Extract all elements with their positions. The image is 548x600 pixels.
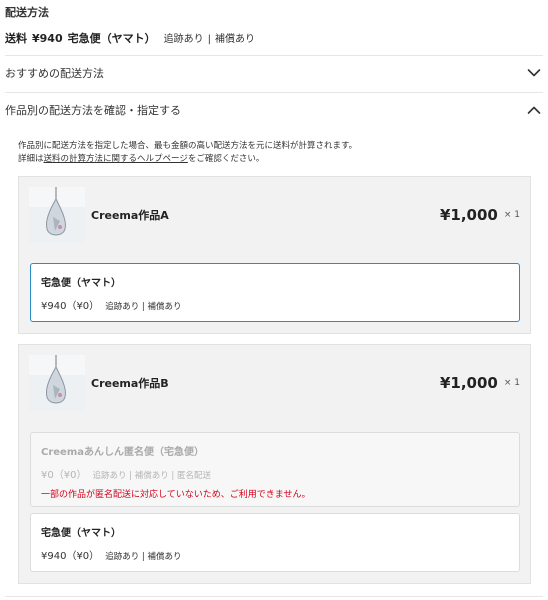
item-name: Creema作品A: [91, 209, 169, 222]
summary-method: 宅急便（ヤマト）: [67, 32, 156, 45]
shipping-method-panel: 配送方法 送料 ¥940 宅急便（ヤマト） 追跡あり | 補償あり おすすめの配…: [0, 0, 548, 600]
option-title: 宅急便（ヤマト）: [41, 278, 121, 289]
item-name: Creema作品B: [91, 377, 169, 390]
shipping-description: 作品別に配送方法を指定した場合、最も金額の高い配送方法を元に送料が計算されます。…: [18, 140, 357, 166]
description-line-2: 詳細は送料の計算方法に関するヘルプページをご確認ください。: [18, 153, 357, 166]
shipping-option-yamato[interactable]: 宅急便（ヤマト） ¥940（¥0） 追跡あり | 補償あり: [30, 263, 520, 322]
option-title: Creemaあんしん匿名便（宅急便）: [41, 447, 205, 458]
option-title: 宅急便（ヤマト）: [41, 528, 121, 539]
item-price: ¥1,000: [439, 206, 498, 224]
summary-label: 送料: [5, 32, 27, 45]
item-quantity: × 1: [503, 378, 520, 388]
section-title: 配送方法: [5, 6, 49, 19]
item-quantity: × 1: [503, 210, 520, 220]
shipping-summary: 送料 ¥940 宅急便（ヤマト） 追跡あり | 補償あり: [5, 30, 255, 46]
chevron-up-icon: [527, 103, 541, 117]
option-details: ¥940（¥0） 追跡あり | 補償あり: [41, 547, 509, 562]
summary-separator: |: [207, 34, 211, 45]
option-details: ¥0（¥0） 追跡あり | 補償あり | 匿名配送: [41, 466, 509, 481]
option-price: ¥0（¥0）: [41, 470, 87, 481]
summary-tracking: 追跡あり: [163, 34, 204, 45]
item-card: Creema作品A ¥1,000 × 1 宅急便（ヤマト） ¥940（¥0） 追…: [18, 176, 531, 334]
option-tags: 追跡あり | 補償あり: [105, 552, 182, 562]
summary-price: ¥940: [32, 32, 63, 45]
option-warning: 一部の作品が匿名配送に対応していないため、ご利用できません。: [41, 490, 311, 500]
item-price: ¥1,000: [439, 374, 498, 392]
recommended-shipping-toggle[interactable]: おすすめの配送方法: [5, 55, 543, 91]
per-item-shipping-toggle[interactable]: 作品別の配送方法を確認・指定する: [5, 92, 543, 128]
help-page-link[interactable]: 送料の計算方法に関するヘルプページ: [44, 154, 188, 164]
description-prefix: 詳細は: [18, 154, 44, 164]
option-tags: 追跡あり | 補償あり: [105, 302, 182, 312]
option-details: ¥940（¥0） 追跡あり | 補償あり: [41, 297, 509, 312]
chevron-down-icon: [527, 66, 541, 80]
option-tags: 追跡あり | 補償あり | 匿名配送: [92, 471, 211, 481]
option-price: ¥940（¥0）: [41, 301, 100, 312]
description-suffix: をご確認ください。: [187, 154, 265, 164]
description-line-1: 作品別に配送方法を指定した場合、最も金額の高い配送方法を元に送料が計算されます。: [18, 141, 358, 151]
item-header: Creema作品B ¥1,000 × 1: [29, 355, 520, 411]
shipping-option-anonymous: Creemaあんしん匿名便（宅急便） ¥0（¥0） 追跡あり | 補償あり | …: [30, 432, 520, 507]
recommended-shipping-label: おすすめの配送方法: [5, 67, 104, 80]
item-header: Creema作品A ¥1,000 × 1: [29, 187, 520, 243]
divider: [5, 596, 543, 597]
product-thumbnail: [29, 355, 85, 411]
option-price: ¥940（¥0）: [41, 551, 100, 562]
item-card: Creema作品B ¥1,000 × 1 Creemaあんしん匿名便（宅急便） …: [18, 344, 531, 584]
product-thumbnail: [29, 187, 85, 243]
per-item-shipping-label: 作品別の配送方法を確認・指定する: [5, 104, 181, 117]
summary-insurance: 補償あり: [215, 34, 255, 45]
shipping-option-yamato[interactable]: 宅急便（ヤマト） ¥940（¥0） 追跡あり | 補償あり: [30, 513, 520, 572]
